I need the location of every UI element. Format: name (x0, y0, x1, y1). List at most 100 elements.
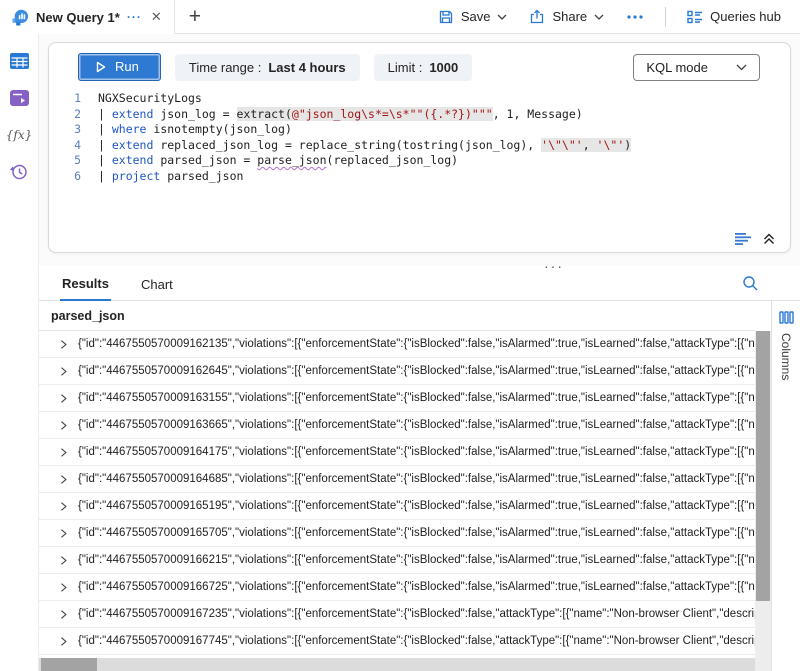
code-token: | (98, 153, 112, 167)
limit-label: Limit : (388, 60, 423, 75)
history-icon[interactable] (8, 162, 30, 182)
table-row[interactable]: {"id":"4467550570009166725","violations"… (39, 574, 755, 601)
row-json-value: {"id":"4467550570009163155","violations"… (78, 392, 755, 404)
time-range-value: Last 4 hours (268, 60, 345, 75)
main-panel: Run Time range : Last 4 hours Limit : 10… (39, 34, 800, 671)
row-json-value: {"id":"4467550570009166215","violations"… (78, 554, 755, 566)
code-token: | (98, 138, 112, 152)
results-panel: Results Chart parsed_json {"id":"4467550… (39, 266, 800, 671)
kql-mode-select[interactable]: KQL mode (633, 54, 760, 81)
code-token: '\"\"' (541, 138, 583, 152)
table-row[interactable]: {"id":"4467550570009167235","violations"… (39, 601, 755, 628)
functions-icon[interactable]: {fx} (8, 125, 30, 145)
table-row[interactable]: {"id":"4467550570009167745","violations"… (39, 628, 755, 655)
expand-row-chevron-icon[interactable] (58, 636, 69, 647)
queries-hub-icon (687, 10, 703, 24)
query-tab-title: New Query 1* (36, 10, 120, 25)
table-row[interactable]: {"id":"4467550570009164175","violations"… (39, 439, 755, 466)
queries-hub-label: Queries hub (710, 9, 781, 24)
content: {fx} Run Time range : (0, 34, 800, 671)
table-row[interactable]: {"id":"4467550570009162135","violations"… (39, 331, 755, 358)
table-row[interactable]: {"id":"4467550570009165705","violations"… (39, 520, 755, 547)
query-tab[interactable]: New Query 1* ··· ✕ (0, 0, 175, 34)
horizontal-scrollbar-thumb[interactable] (41, 658, 97, 671)
gutter: 123456 (49, 91, 81, 184)
share-chevron-down-icon (594, 14, 604, 20)
limit-filter[interactable]: Limit : 1000 (374, 54, 473, 81)
top-bar: New Query 1* ··· ✕ + Save Share (0, 0, 800, 34)
code-line: | project parsed_json (98, 169, 631, 185)
columns-side-panel[interactable]: Columns (771, 301, 800, 671)
new-tab-button[interactable]: + (175, 2, 215, 32)
table-row[interactable]: {"id":"4467550570009166215","violations"… (39, 547, 755, 574)
code-token: extract( (237, 107, 292, 121)
line-number: 6 (49, 169, 81, 185)
code-token: (replaced_json_log) (327, 153, 459, 167)
code-line: NGXSecurityLogs (98, 91, 631, 107)
code-line: | extend parsed_json = parse_json(replac… (98, 153, 631, 169)
horizontal-scrollbar[interactable] (39, 658, 755, 671)
expand-row-chevron-icon[interactable] (58, 420, 69, 431)
tables-icon[interactable] (8, 51, 30, 71)
code-token: extend (112, 153, 154, 167)
queries-hub-button[interactable]: Queries hub (678, 4, 790, 29)
expand-row-chevron-icon[interactable] (58, 609, 69, 620)
code-token: project (112, 169, 160, 183)
table-row[interactable]: {"id":"4467550570009162645","violations"… (39, 358, 755, 385)
code-token: parsed_json (160, 169, 243, 183)
query-editor-area: Run Time range : Last 4 hours Limit : 10… (39, 34, 800, 266)
time-range-filter[interactable]: Time range : Last 4 hours (175, 54, 360, 81)
limit-value: 1000 (429, 60, 458, 75)
share-label: Share (552, 9, 587, 24)
code-token: where (112, 122, 147, 136)
share-button[interactable]: Share (520, 4, 613, 30)
code-token: , 1, Message) (493, 107, 583, 121)
tab-more-icon[interactable]: ··· (127, 10, 142, 24)
tab-results[interactable]: Results (60, 269, 111, 301)
line-number: 2 (49, 107, 81, 123)
table-row[interactable]: {"id":"4467550570009164685","violations"… (39, 466, 755, 493)
topbar-actions: Save Share (429, 4, 800, 30)
results-tabs: Results Chart (39, 266, 800, 301)
expand-row-chevron-icon[interactable] (58, 528, 69, 539)
expand-row-chevron-icon[interactable] (58, 555, 69, 566)
code-editor[interactable]: 123456 NGXSecurityLogs| extend json_log … (49, 91, 790, 184)
search-icon[interactable] (742, 275, 759, 292)
expand-row-chevron-icon[interactable] (58, 474, 69, 485)
vertical-scrollbar-thumb[interactable] (756, 331, 770, 601)
more-actions-button[interactable] (617, 9, 653, 25)
expand-row-chevron-icon[interactable] (58, 447, 69, 458)
expand-row-chevron-icon[interactable] (58, 501, 69, 512)
code-token: replaced_json_log = replace_string(tostr… (153, 138, 541, 152)
expand-row-chevron-icon[interactable] (58, 393, 69, 404)
saved-queries-icon[interactable] (8, 88, 30, 108)
line-number: 5 (49, 153, 81, 169)
table-row[interactable]: {"id":"4467550570009163665","violations"… (39, 412, 755, 439)
line-number: 3 (49, 122, 81, 138)
format-query-icon[interactable] (735, 233, 752, 245)
kql-mode-chevron-down-icon (736, 64, 747, 71)
run-label: Run (115, 59, 139, 74)
expand-row-chevron-icon[interactable] (58, 339, 69, 350)
line-number: 1 (49, 91, 81, 107)
table-row[interactable]: {"id":"4467550570009165195","violations"… (39, 493, 755, 520)
vertical-scrollbar[interactable] (755, 301, 771, 671)
expand-row-chevron-icon[interactable] (58, 582, 69, 593)
save-label: Save (461, 9, 491, 24)
column-header-parsed-json[interactable]: parsed_json (39, 301, 755, 331)
row-json-value: {"id":"4467550570009162135","violations"… (78, 338, 755, 350)
expand-row-chevron-icon[interactable] (58, 366, 69, 377)
code-token: parsed_json = (153, 153, 257, 167)
collapse-editor-icon[interactable] (763, 233, 775, 245)
topbar-divider (665, 7, 666, 27)
tab-close-icon[interactable]: ✕ (149, 9, 164, 25)
share-icon (529, 9, 545, 25)
run-button[interactable]: Run (78, 53, 161, 81)
code-line: | extend json_log = extract(@"json_log\s… (98, 107, 631, 123)
table-row[interactable]: {"id":"4467550570009163155","violations"… (39, 385, 755, 412)
tab-chart[interactable]: Chart (139, 270, 175, 300)
query-toolbar: Run Time range : Last 4 hours Limit : 10… (49, 43, 790, 88)
save-button[interactable]: Save (429, 4, 517, 30)
code-token: | (98, 107, 112, 121)
code-token: extend (112, 138, 154, 152)
